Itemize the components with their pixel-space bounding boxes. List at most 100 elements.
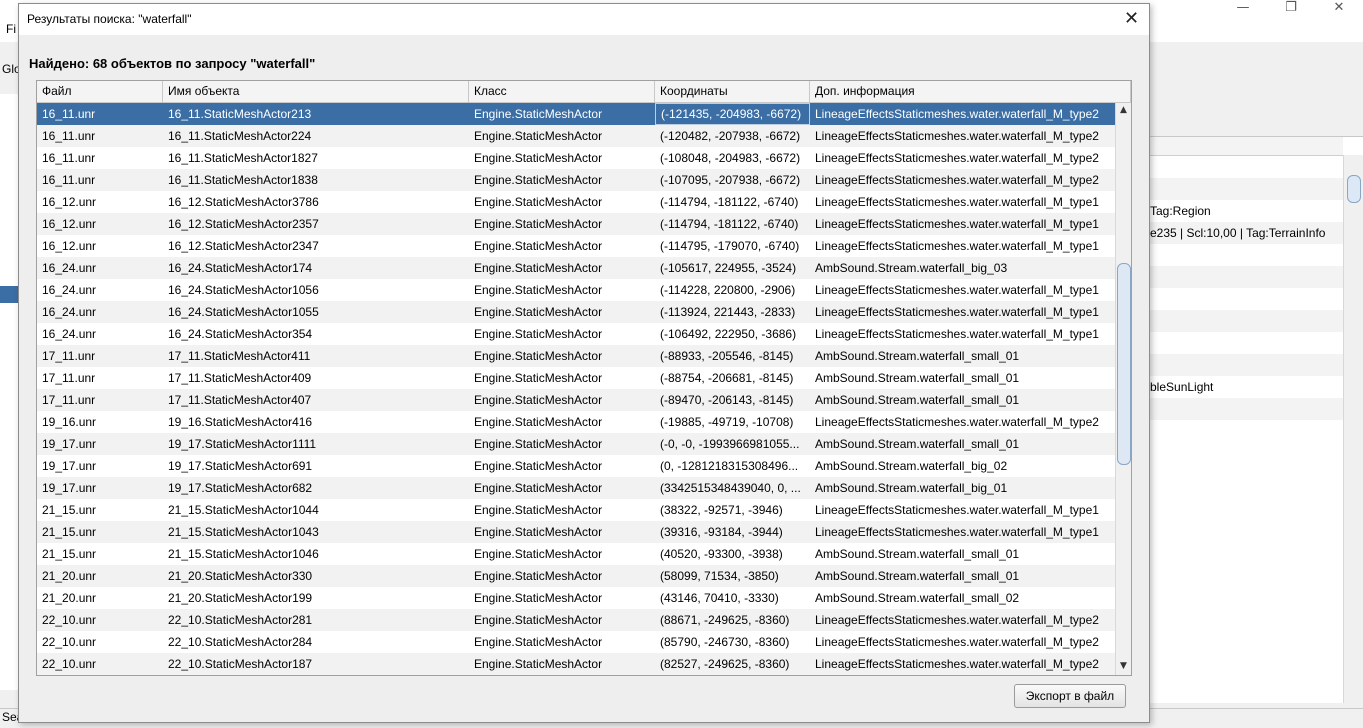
cell-object-name[interactable]: 16_11.StaticMeshActor224 [163, 125, 469, 147]
properties-row[interactable] [1148, 398, 1343, 420]
cell-file[interactable]: 16_12.unr [37, 213, 163, 235]
scroll-down-icon[interactable]: ▼ [1116, 659, 1131, 674]
column-header-class[interactable]: Класс [469, 81, 655, 102]
cell-extra-info[interactable]: LineageEffectsStaticmeshes.water.waterfa… [810, 125, 1115, 147]
maximize-icon[interactable]: ❐ [1268, 0, 1314, 18]
properties-row[interactable] [1148, 244, 1343, 266]
cell-object-name[interactable]: 22_10.StaticMeshActor187 [163, 653, 469, 675]
cell-coordinates[interactable]: (-0, -0, -1993966981055... [655, 433, 810, 455]
cell-coordinates[interactable]: (-114794, -181122, -6740) [655, 191, 810, 213]
cell-coordinates[interactable]: (58099, 71534, -3850) [655, 565, 810, 587]
table-row[interactable]: 16_24.unr 16_24.StaticMeshActor1055 Engine… [37, 301, 1115, 323]
cell-object-name[interactable]: 21_15.StaticMeshActor1044 [163, 499, 469, 521]
cell-file[interactable]: 16_12.unr [37, 191, 163, 213]
cell-file[interactable]: 16_24.unr [37, 257, 163, 279]
cell-object-name[interactable]: 17_11.StaticMeshActor407 [163, 389, 469, 411]
cell-coordinates[interactable]: (-113924, 221443, -2833) [655, 301, 810, 323]
cell-coordinates[interactable]: (-107095, -207938, -6672) [655, 169, 810, 191]
left-panel[interactable] [0, 94, 19, 690]
properties-row[interactable]: bleSunLight [1148, 376, 1343, 398]
cell-class[interactable]: Engine.StaticMeshActor [469, 455, 655, 477]
cell-class[interactable]: Engine.StaticMeshActor [469, 609, 655, 631]
cell-coordinates[interactable]: (38322, -92571, -3946) [655, 499, 810, 521]
column-header-file[interactable]: Файл [37, 81, 163, 102]
cell-object-name[interactable]: 16_12.StaticMeshActor2357 [163, 213, 469, 235]
cell-extra-info[interactable]: LineageEffectsStaticmeshes.water.waterfa… [810, 653, 1115, 675]
cell-extra-info[interactable]: AmbSound.Stream.waterfall_small_01 [810, 565, 1115, 587]
menu-file[interactable]: Fi [6, 22, 16, 36]
table-row[interactable]: 22_10.unr 22_10.StaticMeshActor284 Engine.… [37, 631, 1115, 653]
cell-file[interactable]: 19_17.unr [37, 477, 163, 499]
cell-coordinates[interactable]: (85790, -246730, -8360) [655, 631, 810, 653]
cell-file[interactable]: 16_24.unr [37, 323, 163, 345]
table-row[interactable]: 22_10.unr 22_10.StaticMeshActor187 Engine.… [37, 653, 1115, 675]
cell-object-name[interactable]: 19_16.StaticMeshActor416 [163, 411, 469, 433]
cell-class[interactable]: Engine.StaticMeshActor [469, 279, 655, 301]
table-scrollbar[interactable]: ▲ ▼ [1115, 103, 1131, 675]
cell-extra-info[interactable]: LineageEffectsStaticmeshes.water.waterfa… [810, 235, 1115, 257]
cell-object-name[interactable]: 16_11.StaticMeshActor213 [163, 103, 469, 125]
cell-coordinates[interactable]: (-120482, -207938, -6672) [655, 125, 810, 147]
cell-class[interactable]: Engine.StaticMeshActor [469, 147, 655, 169]
cell-class[interactable]: Engine.StaticMeshActor [469, 499, 655, 521]
table-row[interactable]: 19_17.unr 19_17.StaticMeshActor1111 Engine… [37, 433, 1115, 455]
cell-file[interactable]: 17_11.unr [37, 389, 163, 411]
table-row[interactable]: 21_20.unr 21_20.StaticMeshActor330 Engine.… [37, 565, 1115, 587]
table-row[interactable]: 21_20.unr 21_20.StaticMeshActor199 Engine.… [37, 587, 1115, 609]
cell-object-name[interactable]: 19_17.StaticMeshActor691 [163, 455, 469, 477]
table-row[interactable]: 16_11.unr 16_11.StaticMeshActor213 Engine.… [37, 103, 1115, 125]
cell-file[interactable]: 16_11.unr [37, 103, 163, 125]
cell-object-name[interactable]: 16_12.StaticMeshActor2347 [163, 235, 469, 257]
table-row[interactable]: 16_12.unr 16_12.StaticMeshActor2347 Engine… [37, 235, 1115, 257]
cell-file[interactable]: 22_10.unr [37, 631, 163, 653]
properties-row[interactable]: e235 | Scl:10,00 | Tag:TerrainInfo [1148, 222, 1343, 244]
cell-object-name[interactable]: 22_10.StaticMeshActor281 [163, 609, 469, 631]
cell-file[interactable]: 21_15.unr [37, 499, 163, 521]
cell-class[interactable]: Engine.StaticMeshActor [469, 653, 655, 675]
cell-object-name[interactable]: 21_20.StaticMeshActor199 [163, 587, 469, 609]
column-header-coordinates[interactable]: Координаты [655, 81, 810, 102]
cell-coordinates[interactable]: (-106492, 222950, -3686) [655, 323, 810, 345]
cell-coordinates[interactable]: (-114795, -179070, -6740) [655, 235, 810, 257]
table-row[interactable]: 16_12.unr 16_12.StaticMeshActor2357 Engine… [37, 213, 1115, 235]
close-main-icon[interactable]: ✕ [1316, 0, 1362, 18]
properties-row[interactable]: Tag:Region [1148, 200, 1343, 222]
table-row[interactable]: 19_17.unr 19_17.StaticMeshActor682 Engine.… [37, 477, 1115, 499]
cell-extra-info[interactable]: AmbSound.Stream.waterfall_big_03 [810, 257, 1115, 279]
cell-class[interactable]: Engine.StaticMeshActor [469, 587, 655, 609]
cell-extra-info[interactable]: LineageEffectsStaticmeshes.water.waterfa… [810, 411, 1115, 433]
cell-extra-info[interactable]: LineageEffectsStaticmeshes.water.waterfa… [810, 169, 1115, 191]
minimize-icon[interactable]: — [1220, 0, 1266, 18]
cell-coordinates[interactable]: (-88933, -205546, -8145) [655, 345, 810, 367]
cell-class[interactable]: Engine.StaticMeshActor [469, 543, 655, 565]
cell-class[interactable]: Engine.StaticMeshActor [469, 213, 655, 235]
table-row[interactable]: 19_16.unr 19_16.StaticMeshActor416 Engine.… [37, 411, 1115, 433]
cell-coordinates[interactable]: (3342515348439040, 0, ... [655, 477, 810, 499]
cell-file[interactable]: 17_11.unr [37, 367, 163, 389]
table-row[interactable]: 16_12.unr 16_12.StaticMeshActor3786 Engine… [37, 191, 1115, 213]
cell-file[interactable]: 22_10.unr [37, 653, 163, 675]
properties-row[interactable] [1148, 156, 1343, 178]
table-row[interactable]: 21_15.unr 21_15.StaticMeshActor1044 Engine… [37, 499, 1115, 521]
cell-coordinates[interactable]: (88671, -249625, -8360) [655, 609, 810, 631]
cell-coordinates[interactable]: (39316, -93184, -3944) [655, 521, 810, 543]
cell-extra-info[interactable]: AmbSound.Stream.waterfall_big_01 [810, 477, 1115, 499]
cell-file[interactable]: 16_11.unr [37, 125, 163, 147]
cell-file[interactable]: 19_17.unr [37, 455, 163, 477]
cell-class[interactable]: Engine.StaticMeshActor [469, 103, 655, 125]
cell-object-name[interactable]: 21_15.StaticMeshActor1046 [163, 543, 469, 565]
cell-extra-info[interactable]: LineageEffectsStaticmeshes.water.waterfa… [810, 147, 1115, 169]
cell-class[interactable]: Engine.StaticMeshActor [469, 631, 655, 653]
cell-file[interactable]: 16_24.unr [37, 279, 163, 301]
cell-extra-info[interactable]: LineageEffectsStaticmeshes.water.waterfa… [810, 191, 1115, 213]
cell-extra-info[interactable]: LineageEffectsStaticmeshes.water.waterfa… [810, 301, 1115, 323]
cell-object-name[interactable]: 21_20.StaticMeshActor330 [163, 565, 469, 587]
cell-coordinates[interactable]: (-114794, -181122, -6740) [655, 213, 810, 235]
cell-extra-info[interactable]: AmbSound.Stream.waterfall_small_02 [810, 587, 1115, 609]
scroll-thumb[interactable] [1117, 263, 1131, 465]
cell-object-name[interactable]: 16_11.StaticMeshActor1838 [163, 169, 469, 191]
cell-extra-info[interactable]: AmbSound.Stream.waterfall_small_01 [810, 543, 1115, 565]
cell-object-name[interactable]: 16_24.StaticMeshActor1055 [163, 301, 469, 323]
table-row[interactable]: 16_24.unr 16_24.StaticMeshActor174 Engine.… [37, 257, 1115, 279]
table-row[interactable]: 17_11.unr 17_11.StaticMeshActor407 Engine.… [37, 389, 1115, 411]
